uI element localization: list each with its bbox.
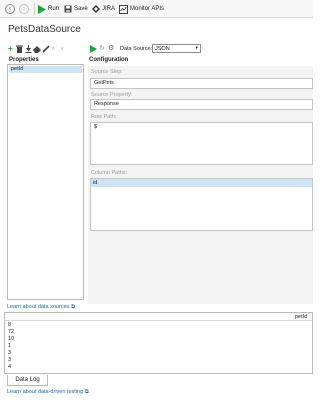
data-source-select[interactable]: JSON ▾: [152, 44, 201, 53]
learn-data-sources-link[interactable]: Learn about data sources ⧉: [7, 304, 75, 311]
delete-property-icon[interactable]: [16, 45, 23, 53]
tab-data-log[interactable]: Data Log: [7, 375, 48, 386]
row-path-label: Row Path:: [91, 114, 117, 120]
add-property-icon[interactable]: +: [8, 45, 13, 53]
source-property-field[interactable]: Response: [90, 99, 313, 110]
column-paths-label: Column Paths:: [91, 170, 128, 176]
properties-heading: Properties: [9, 57, 39, 63]
main-toolbar: ‹ › Run Save JIRA Monitor APIs: [0, 0, 313, 18]
source-step-label: Source Step:: [91, 69, 123, 75]
save-icon: [64, 5, 72, 13]
move-down-arrow-icon[interactable]: ∨: [60, 45, 64, 53]
learn-data-driven-link[interactable]: Learn about data-driven testing ⧉: [7, 389, 89, 396]
run-datasource-icon[interactable]: [90, 45, 97, 53]
monitor-apis-button[interactable]: Monitor APIs: [119, 4, 164, 14]
jira-button[interactable]: JIRA: [92, 4, 115, 14]
monitor-apis-label: Monitor APIs: [130, 6, 165, 12]
source-property-label: Source Property:: [91, 92, 133, 98]
jira-icon: [92, 5, 100, 13]
play-icon: [38, 4, 46, 14]
table-row[interactable]: 4: [8, 363, 11, 371]
data-source-value: JSON: [155, 46, 170, 52]
external-link-icon: ⧉: [71, 304, 75, 310]
back-icon[interactable]: ‹: [5, 4, 15, 14]
learn-data-driven-text: Learn about data-driven testing: [7, 389, 84, 395]
grid-header: petId: [5, 313, 312, 321]
run-button[interactable]: Run: [38, 4, 59, 14]
run-label: Run: [48, 6, 60, 12]
clear-icon[interactable]: [33, 45, 41, 53]
list-item[interactable]: id: [91, 179, 312, 187]
learn-data-sources-text: Learn about data sources: [7, 304, 70, 310]
save-button[interactable]: Save: [64, 4, 88, 14]
save-label: Save: [74, 6, 88, 12]
forward-icon[interactable]: ›: [19, 4, 29, 14]
page-title: PetsDataSource: [8, 24, 81, 35]
column-header[interactable]: petId: [295, 314, 307, 320]
data-source-label: Data Source:: [120, 46, 153, 52]
refresh-icon[interactable]: ↻: [99, 45, 105, 53]
configuration-panel: Source Step: GetPets Source Property: Re…: [88, 66, 313, 304]
jira-label: JIRA: [102, 6, 116, 12]
row-path-field[interactable]: $: [90, 122, 313, 165]
gear-icon[interactable]: ⚙: [108, 45, 114, 53]
chevron-down-icon: ▾: [195, 45, 198, 51]
external-link-icon: ⧉: [84, 389, 89, 395]
properties-list: petId: [7, 64, 84, 300]
toolbar-divider: [34, 3, 35, 15]
move-down-icon[interactable]: [25, 45, 32, 53]
data-grid: petId 8 72 10 1 3 3 4: [4, 312, 313, 374]
column-paths-list: id: [90, 178, 313, 231]
edit-icon[interactable]: [42, 45, 50, 53]
move-up-arrow-icon[interactable]: ∧: [51, 45, 55, 53]
source-step-field[interactable]: GetPets: [90, 78, 313, 89]
configuration-heading: Configuration: [89, 57, 129, 63]
list-item[interactable]: petId: [9, 66, 82, 73]
monitor-icon: [119, 4, 128, 14]
